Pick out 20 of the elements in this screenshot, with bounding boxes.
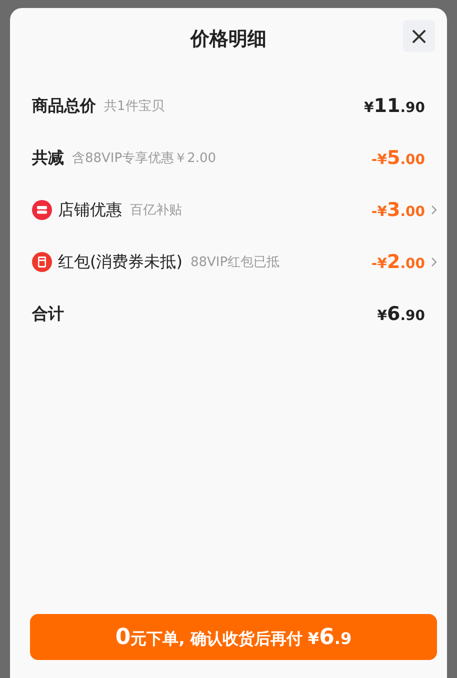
packet-icon [32, 252, 52, 272]
price-amount: -¥2.00 [371, 251, 425, 273]
row-label: 红包(消费券未抵) [58, 252, 182, 272]
row-note: 共1件宝贝 [104, 98, 164, 115]
close-button[interactable]: × [403, 20, 435, 52]
shop-icon [32, 200, 52, 220]
price-amount: ¥11.90 [364, 95, 425, 117]
row-note: 百亿补贴 [130, 202, 182, 219]
row-label: 合计 [32, 304, 64, 324]
sheet-title: 价格明细 [190, 27, 266, 52]
row-note: 含88VIP专享优惠￥2.00 [72, 150, 216, 167]
row-label: 店铺优惠 [58, 200, 122, 220]
price-amount: ¥6.90 [377, 303, 425, 325]
price-amount: -¥3.00 [371, 199, 425, 221]
price-amount: -¥5.00 [371, 147, 425, 169]
chevron-right-icon[interactable] [431, 257, 437, 267]
row-label: 共减 [32, 148, 64, 168]
row-label: 商品总价 [32, 96, 96, 116]
row-note: 88VIP红包已抵 [190, 254, 280, 271]
chevron-right-icon[interactable] [431, 205, 437, 215]
